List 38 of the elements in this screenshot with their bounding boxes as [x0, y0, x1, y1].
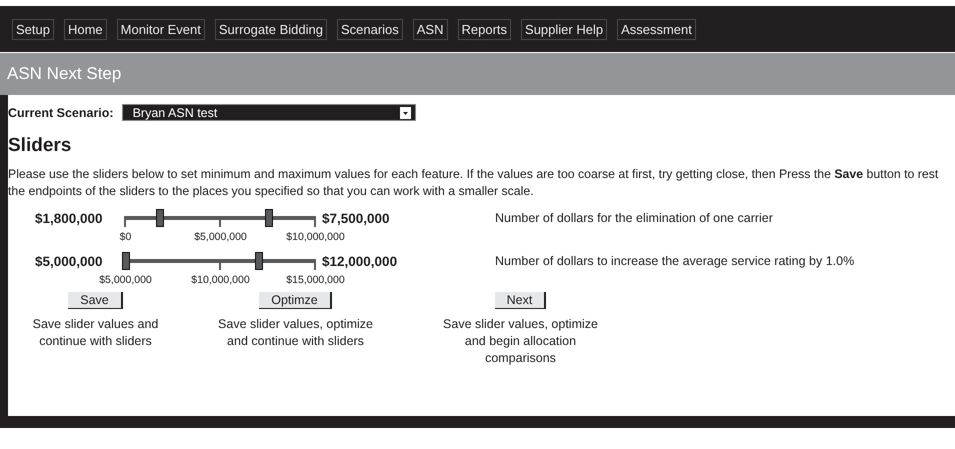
tick-label: $10,000,000: [285, 231, 346, 243]
action-description: Save slider values, optimize and begin allocation comparisons: [442, 316, 599, 367]
nav-link[interactable]: Monitor Event: [116, 18, 205, 40]
tick-label: $0: [118, 231, 132, 243]
tick-label: $5,000,000: [98, 274, 153, 286]
min-value: $1,800,000: [34, 210, 104, 226]
tick-label: $10,000,000: [190, 274, 251, 286]
range-slider[interactable]: [125, 252, 315, 270]
action-button[interactable]: Save: [68, 292, 123, 309]
slider-thumb[interactable]: [264, 209, 272, 227]
action-description: Save slider values and continue with sliders: [32, 316, 160, 350]
max-value: $7,500,000: [321, 210, 391, 226]
nav-link[interactable]: Setup: [12, 18, 54, 40]
action-button[interactable]: Next: [494, 292, 546, 309]
slider-description: Number of dollars to increase the average service rating by 1.0%: [495, 254, 854, 268]
min-value: $5,000,000: [34, 254, 104, 268]
page-title: ASN Next Step: [7, 64, 122, 84]
max-value: $12,000,000: [321, 254, 398, 268]
nav-link[interactable]: Reports: [458, 18, 512, 40]
action-description: Save slider values, optimize and continue with sliders: [217, 316, 374, 350]
nav-link[interactable]: Supplier Help: [521, 18, 608, 40]
nav-link[interactable]: Scenarios: [336, 18, 403, 40]
scenario-dropdown[interactable]: Bryan ASN test: [122, 104, 416, 121]
range-slider[interactable]: [125, 209, 315, 227]
instructions-text: Please use the sliders below to set minimum and maximum values for each feature. If the values are too coarse at first, try getting close, then Press the Save button to rest the endpoints of the sliders to the places you specified so that you can work with a smaller scale.: [8, 166, 940, 200]
action-button[interactable]: Optimze: [259, 292, 332, 309]
nav-link[interactable]: Assessment: [617, 18, 696, 40]
slider-description: Number of dollars for the elimination of one carrier: [495, 211, 773, 225]
section-heading: Sliders: [8, 135, 72, 157]
slider-thumb[interactable]: [122, 252, 130, 270]
tick-label: $15,000,000: [285, 274, 346, 286]
nav-link[interactable]: ASN: [412, 18, 448, 40]
slider-thumb[interactable]: [156, 209, 164, 227]
nav-link[interactable]: Home: [64, 18, 107, 40]
nav-link[interactable]: Surrogate Bidding: [214, 18, 327, 40]
tick-label: $5,000,000: [193, 231, 248, 243]
scenario-label: Current Scenario:: [8, 106, 114, 120]
slider-thumb[interactable]: [255, 252, 263, 270]
